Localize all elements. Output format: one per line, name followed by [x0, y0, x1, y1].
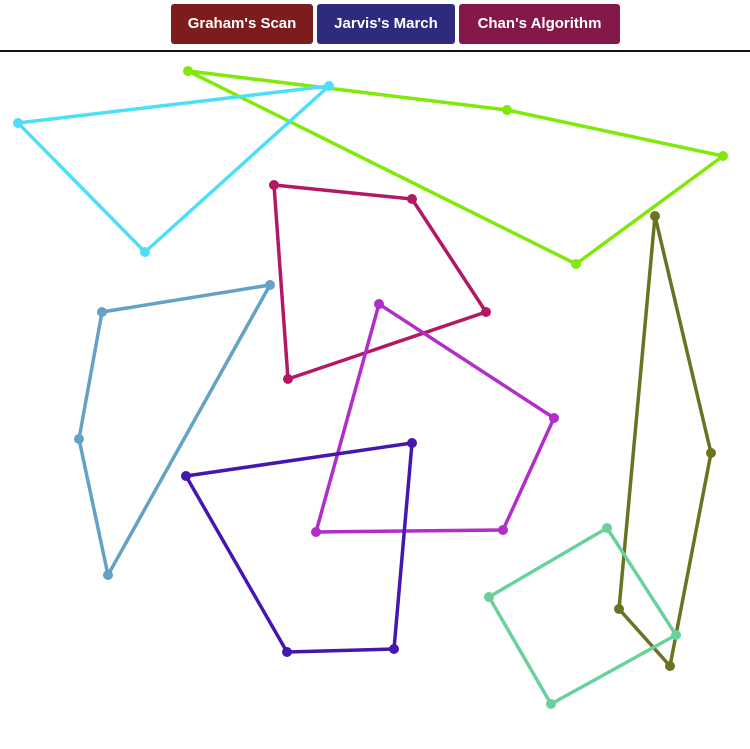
vertex-point[interactable]	[74, 434, 84, 444]
polygon-2	[13, 81, 334, 257]
vertex-point[interactable]	[97, 307, 107, 317]
vertex-point[interactable]	[502, 105, 512, 115]
polygon-outline	[617, 214, 713, 668]
polygon-layer	[13, 66, 728, 709]
vertex-point[interactable]	[549, 413, 559, 423]
polygon-outline	[314, 302, 556, 534]
vertex-point[interactable]	[407, 194, 417, 204]
polygon-4	[614, 211, 716, 671]
vertex-point[interactable]	[665, 661, 675, 671]
vertex-point[interactable]	[571, 259, 581, 269]
polygon-outline	[184, 441, 414, 654]
vertex-point[interactable]	[269, 180, 279, 190]
vertex-point[interactable]	[283, 374, 293, 384]
polygon-outline	[77, 283, 272, 577]
vertex-point[interactable]	[103, 570, 113, 580]
polygon-outline	[272, 183, 488, 381]
vertex-point[interactable]	[484, 592, 494, 602]
polygon-outline	[487, 526, 678, 706]
vertex-point[interactable]	[602, 523, 612, 533]
vertex-point[interactable]	[181, 471, 191, 481]
polygon-8	[484, 523, 681, 709]
vertex-point[interactable]	[706, 448, 716, 458]
hull-canvas[interactable]	[0, 0, 750, 749]
vertex-point[interactable]	[614, 604, 624, 614]
vertex-point[interactable]	[374, 299, 384, 309]
vertex-point[interactable]	[140, 247, 150, 257]
vertex-point[interactable]	[13, 118, 23, 128]
vertex-point[interactable]	[282, 647, 292, 657]
polygon-outline	[186, 69, 725, 266]
vertex-point[interactable]	[650, 211, 660, 221]
vertex-point[interactable]	[407, 438, 417, 448]
vertex-point[interactable]	[389, 644, 399, 654]
vertex-point[interactable]	[498, 525, 508, 535]
vertex-point[interactable]	[183, 66, 193, 76]
vertex-point[interactable]	[324, 81, 334, 91]
polygon-5	[74, 280, 275, 580]
polygon-7	[181, 438, 417, 657]
vertex-point[interactable]	[265, 280, 275, 290]
vertex-point[interactable]	[718, 151, 728, 161]
vertex-point[interactable]	[481, 307, 491, 317]
polygon-outline	[16, 84, 331, 254]
vertex-point[interactable]	[671, 630, 681, 640]
polygon-1	[183, 66, 728, 269]
polygon-6	[311, 299, 559, 537]
vertex-point[interactable]	[311, 527, 321, 537]
vertex-point[interactable]	[546, 699, 556, 709]
